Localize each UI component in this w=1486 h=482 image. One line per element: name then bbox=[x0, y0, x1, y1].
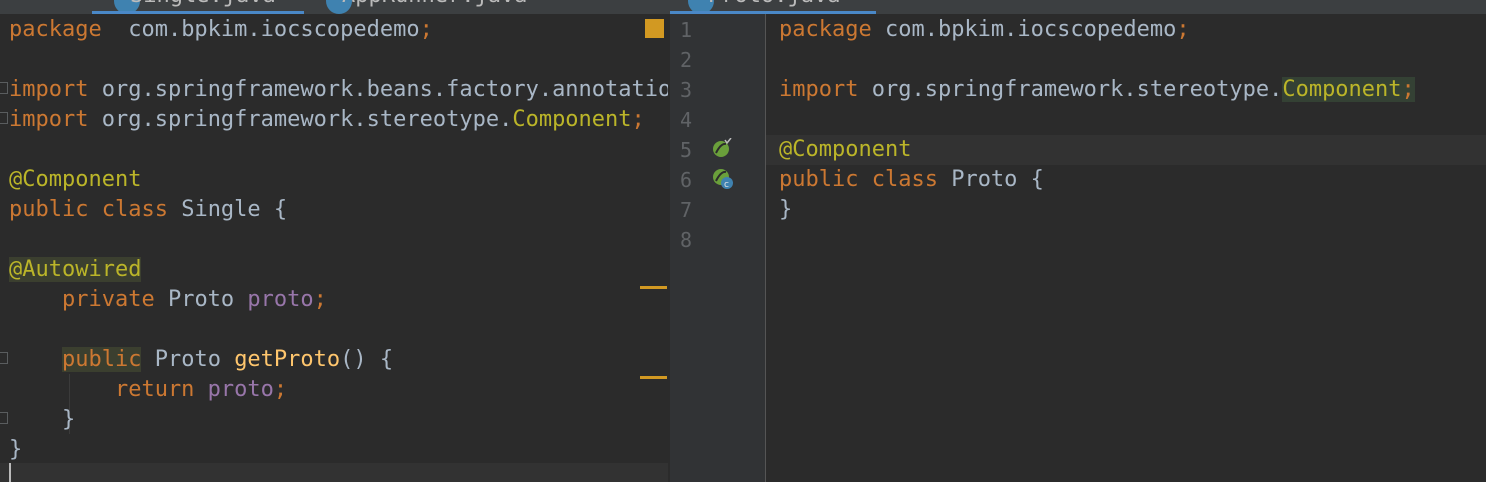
code-token: @Component bbox=[779, 137, 912, 162]
svg-text:c: c bbox=[724, 180, 729, 190]
code-token: return bbox=[9, 377, 195, 402]
code-token: getProto bbox=[234, 347, 341, 372]
tab-label: Proto.java bbox=[708, 0, 840, 8]
code-token: org.springframework.beans.factory.annota… bbox=[101, 77, 668, 102]
code-token: org.springframework.stereotype. bbox=[88, 107, 513, 132]
code-token: @Component bbox=[9, 167, 142, 192]
code-token: ; bbox=[273, 377, 288, 402]
code-token: ; bbox=[419, 17, 433, 42]
code-line[interactable]: @Component bbox=[779, 135, 911, 165]
left-editor-pane[interactable]: package com.bpkim.iocscopedemo; import or… bbox=[0, 14, 668, 482]
right-editor-pane[interactable]: c 1 2 3 4 5 6 7 8 package com.bpkim.iocscopedem… bbox=[670, 14, 1486, 482]
spring-class-icon[interactable]: c bbox=[712, 168, 733, 190]
fold-marker-icon[interactable] bbox=[0, 112, 8, 124]
line-number: 7 bbox=[679, 198, 692, 222]
code-token: package bbox=[9, 17, 102, 42]
code-token: import bbox=[9, 77, 89, 102]
code-token: ; bbox=[631, 107, 645, 132]
tab-proto[interactable]: Proto.java bbox=[670, 0, 876, 14]
code-token: public bbox=[61, 347, 142, 372]
code-token: public class bbox=[9, 197, 168, 222]
fold-marker-icon[interactable] bbox=[0, 352, 8, 364]
tab-other[interactable] bbox=[572, 0, 668, 14]
code-line[interactable]: } bbox=[779, 195, 792, 225]
code-token: public class bbox=[779, 167, 938, 192]
fold-marker-icon[interactable] bbox=[0, 82, 8, 94]
current-line-highlight bbox=[0, 463, 668, 482]
line-number: 4 bbox=[679, 108, 692, 132]
line-number: 5 bbox=[679, 138, 692, 162]
code-token: import bbox=[9, 107, 89, 132]
code-line[interactable]: return proto; bbox=[9, 375, 287, 405]
tab-single[interactable]: Single.java bbox=[92, 0, 304, 14]
code-token: import bbox=[779, 77, 859, 102]
code-line[interactable]: public class Proto { bbox=[779, 165, 1044, 195]
fold-marker-icon[interactable] bbox=[0, 412, 8, 424]
code-line[interactable]: package com.bpkim.iocscopedemo; bbox=[9, 15, 433, 45]
code-token: @Autowired bbox=[9, 257, 142, 282]
code-token: Proto { bbox=[937, 167, 1044, 192]
code-line[interactable]: @Component bbox=[9, 165, 141, 195]
code-token: com.bpkim.iocscopedemo bbox=[101, 17, 420, 42]
line-number: 8 bbox=[679, 228, 692, 252]
editor-tab-bar: Single.java AppRunner.java Proto.java bbox=[0, 0, 1486, 14]
code-line[interactable]: import org.springframework.beans.factory… bbox=[9, 75, 668, 105]
code-token: } bbox=[9, 407, 76, 432]
code-token: com.bpkim.iocscopedemo bbox=[871, 17, 1177, 42]
code-line[interactable]: } bbox=[9, 435, 22, 465]
code-token: ; bbox=[1401, 77, 1415, 102]
tab-label: AppRunner.java bbox=[342, 0, 527, 8]
code-line[interactable]: import org.springframework.stereotype.Co… bbox=[779, 75, 1415, 105]
line-number: 3 bbox=[679, 78, 692, 102]
code-token: Proto bbox=[154, 287, 248, 312]
code-line[interactable]: package com.bpkim.iocscopedemo; bbox=[779, 15, 1190, 45]
code-line[interactable]: @Autowired bbox=[9, 255, 142, 285]
spring-bean-icon[interactable] bbox=[712, 137, 732, 158]
line-number-gutter: c 1 2 3 4 5 6 7 8 bbox=[670, 14, 766, 482]
code-token: } bbox=[779, 197, 793, 222]
code-line[interactable]: private Proto proto; bbox=[9, 285, 327, 315]
code-token: Single { bbox=[167, 197, 288, 222]
code-token: Component bbox=[1282, 77, 1402, 102]
code-line[interactable]: public Proto getProto() { bbox=[9, 345, 393, 375]
code-token: package bbox=[779, 17, 872, 42]
warning-marker[interactable] bbox=[640, 286, 667, 289]
code-line[interactable]: public class Single { bbox=[9, 195, 287, 225]
code-token: private bbox=[9, 287, 155, 312]
code-token: } bbox=[9, 437, 23, 462]
tab-label: Single.java bbox=[130, 0, 276, 8]
line-number: 1 bbox=[679, 18, 692, 42]
code-token: () { bbox=[340, 347, 394, 372]
code-token: ; bbox=[1176, 17, 1190, 42]
line-number: 6 bbox=[679, 168, 692, 192]
warning-status-icon[interactable] bbox=[645, 19, 664, 38]
code-token: Component bbox=[512, 107, 632, 132]
code-token: proto bbox=[194, 377, 274, 402]
tab-apprunner[interactable]: AppRunner.java bbox=[304, 0, 572, 14]
code-line[interactable]: import org.springframework.stereotype.Co… bbox=[9, 105, 645, 135]
code-token: Proto bbox=[141, 347, 235, 372]
code-line[interactable]: } bbox=[9, 405, 75, 435]
warning-marker[interactable] bbox=[640, 376, 667, 379]
text-caret bbox=[9, 463, 11, 482]
line-number: 2 bbox=[679, 48, 692, 72]
code-token: proto bbox=[247, 287, 314, 312]
code-token: org.springframework.stereotype. bbox=[858, 77, 1283, 102]
code-token: ; bbox=[313, 287, 327, 312]
